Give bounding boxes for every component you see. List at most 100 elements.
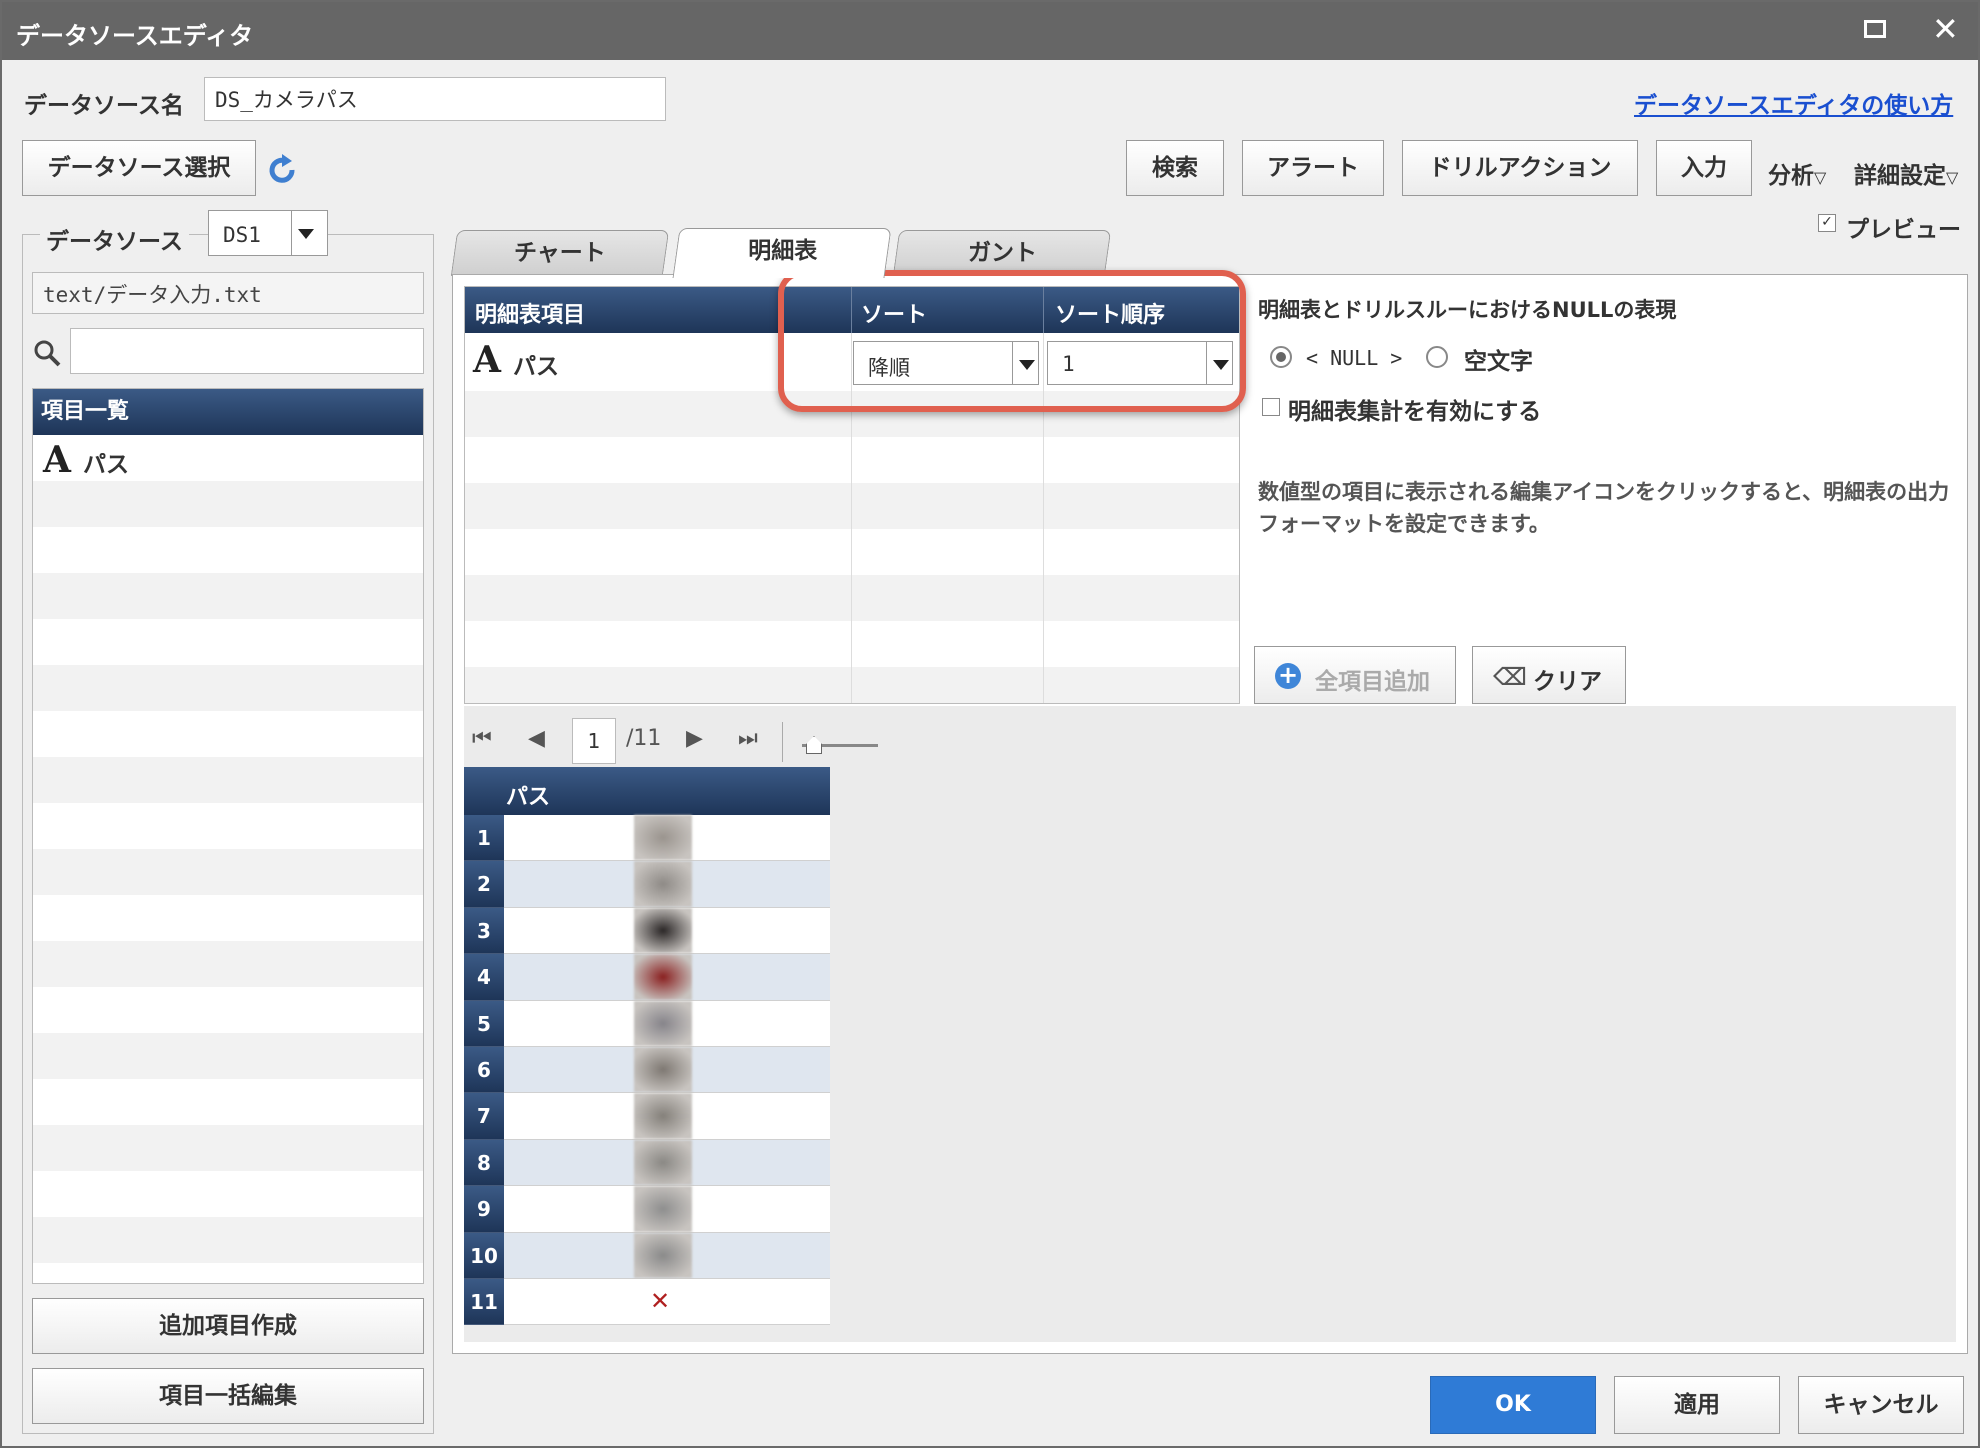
close-icon[interactable]: ✕ bbox=[1932, 12, 1959, 46]
table-row-stripe bbox=[465, 483, 1239, 529]
table-row[interactable] bbox=[504, 815, 830, 862]
maximize-icon[interactable] bbox=[1864, 20, 1886, 38]
row-number-cell: 6 bbox=[464, 1047, 504, 1094]
tab-gantt-label: ガント bbox=[967, 240, 1037, 266]
table-row[interactable] bbox=[504, 1093, 830, 1140]
list-row-stripe bbox=[33, 1217, 423, 1263]
tab-chart-label: チャート bbox=[514, 240, 606, 266]
format-help-text: 数値型の項目に表示される編集アイコンをクリックすると、明細表の出力フォーマットを… bbox=[1258, 480, 1950, 536]
input-button[interactable]: 入力 bbox=[1656, 140, 1752, 196]
tab-chart[interactable]: チャート bbox=[450, 230, 670, 276]
column-header-item: 明細表項目 bbox=[475, 303, 586, 328]
radio-dot bbox=[1276, 352, 1286, 362]
row-number-cell: 10 bbox=[464, 1232, 504, 1279]
table-row[interactable] bbox=[504, 1000, 830, 1047]
analysis-label: 分析 bbox=[1768, 163, 1814, 189]
detail-settings-label: 詳細設定 bbox=[1854, 163, 1946, 189]
row-number-cell: 11 bbox=[464, 1279, 504, 1326]
table-row-stripe bbox=[465, 437, 1239, 483]
list-row-stripe bbox=[33, 803, 423, 849]
list-row-stripe bbox=[33, 619, 423, 665]
next-page-icon[interactable]: ▶ bbox=[686, 726, 703, 751]
table-row[interactable] bbox=[504, 907, 830, 955]
broken-image-icon: ✕ bbox=[650, 1287, 671, 1315]
list-row-stripe bbox=[33, 1171, 423, 1217]
null-representation-label: 明細表とドリルスルーにおけるNULLの表現 bbox=[1258, 298, 1677, 322]
empty-string-radio[interactable] bbox=[1426, 346, 1448, 368]
row-number-cell: 8 bbox=[464, 1139, 504, 1187]
datasource-select[interactable]: DS1 bbox=[208, 210, 328, 256]
drill-action-button[interactable]: ドリルアクション bbox=[1402, 140, 1638, 196]
list-item-label: パス bbox=[83, 452, 129, 478]
add-all-label: 全項目追加 bbox=[1315, 669, 1430, 695]
add-item-button[interactable]: 追加項目作成 bbox=[32, 1298, 424, 1354]
detail-settings-menu[interactable]: 詳細設定▽ bbox=[1854, 156, 1958, 190]
table-row[interactable] bbox=[504, 1047, 830, 1094]
ok-button[interactable]: OK bbox=[1430, 1376, 1596, 1434]
list-row-stripe bbox=[33, 527, 423, 573]
empty-option-label: 空文字 bbox=[1464, 349, 1533, 375]
refresh-icon[interactable] bbox=[264, 152, 300, 188]
image-thumbnail bbox=[634, 954, 692, 1000]
row-number-cell: 2 bbox=[464, 861, 504, 908]
row-number-cell: 3 bbox=[464, 907, 504, 955]
table-row[interactable] bbox=[504, 1186, 830, 1233]
search-icon bbox=[32, 338, 62, 368]
table-row-stripe bbox=[465, 575, 1239, 621]
help-link[interactable]: データソースエディタの使い方 bbox=[1634, 86, 1953, 120]
item-list-header: 項目一覧 bbox=[33, 389, 423, 435]
alert-button[interactable]: アラート bbox=[1242, 140, 1384, 196]
table-row[interactable] bbox=[504, 1232, 830, 1279]
select-datasource-button[interactable]: データソース選択 bbox=[22, 140, 256, 196]
row-number-cell: 9 bbox=[464, 1186, 504, 1233]
list-row-stripe bbox=[33, 665, 423, 711]
preview-column-header: パス bbox=[506, 785, 551, 810]
tab-detail[interactable]: 明細表 bbox=[672, 228, 892, 278]
window-title: データソースエディタ bbox=[16, 22, 254, 50]
add-all-button[interactable]: + 全項目追加 bbox=[1254, 646, 1456, 704]
null-option-label: < NULL > bbox=[1306, 346, 1403, 370]
preview-checkbox[interactable]: ✓ bbox=[1818, 214, 1836, 232]
null-radio[interactable] bbox=[1270, 346, 1292, 368]
search-button[interactable]: 検索 bbox=[1126, 140, 1224, 196]
file-path-field: text/データ入力.txt bbox=[32, 272, 424, 314]
row-number-cell: 7 bbox=[464, 1093, 504, 1140]
clear-label: クリア bbox=[1533, 669, 1602, 695]
analysis-menu[interactable]: 分析▽ bbox=[1768, 156, 1826, 190]
last-page-icon[interactable]: ⏭ bbox=[738, 726, 758, 751]
table-row[interactable] bbox=[504, 954, 830, 1001]
item-list: 項目一覧 A パス bbox=[32, 388, 424, 1284]
prev-page-icon[interactable]: ◀ bbox=[528, 726, 545, 751]
highlight-annotation bbox=[778, 270, 1246, 412]
table-row[interactable] bbox=[504, 861, 830, 908]
image-thumbnail bbox=[634, 1186, 692, 1232]
title-bar[interactable]: データソースエディタ ✕ bbox=[2, 2, 1978, 60]
list-row-stripe bbox=[33, 757, 423, 803]
plus-circle-icon: + bbox=[1275, 663, 1301, 689]
apply-button[interactable]: 適用 bbox=[1614, 1376, 1780, 1434]
cancel-button[interactable]: キャンセル bbox=[1798, 1376, 1964, 1434]
divider bbox=[782, 722, 783, 762]
image-thumbnail bbox=[634, 1139, 692, 1186]
table-row[interactable] bbox=[504, 1139, 830, 1187]
list-row-stripe bbox=[33, 849, 423, 895]
datasource-select-value: DS1 bbox=[223, 223, 261, 247]
image-thumbnail bbox=[634, 861, 692, 907]
aggregate-label: 明細表集計を有効にする bbox=[1288, 399, 1542, 425]
first-page-icon[interactable]: ⏮ bbox=[472, 726, 492, 751]
list-row-stripe bbox=[33, 711, 423, 757]
datasource-name-label: データソース名 bbox=[24, 93, 184, 119]
datasource-name-field[interactable]: DS_カメラパス bbox=[204, 77, 666, 121]
list-row-stripe bbox=[33, 1033, 423, 1079]
preview-grid-header: パス bbox=[464, 767, 830, 815]
aggregate-checkbox[interactable] bbox=[1262, 398, 1280, 416]
clear-button[interactable]: ⌫ クリア bbox=[1472, 646, 1626, 704]
list-item[interactable]: A パス bbox=[33, 435, 423, 481]
list-row-stripe bbox=[33, 573, 423, 619]
bulk-edit-button[interactable]: 項目一括編集 bbox=[32, 1368, 424, 1424]
table-row[interactable]: ✕ bbox=[504, 1279, 830, 1326]
page-number-input[interactable]: 1 bbox=[572, 718, 616, 764]
item-search-input[interactable] bbox=[70, 328, 424, 374]
list-row-stripe bbox=[33, 1263, 423, 1283]
image-thumbnail bbox=[634, 815, 692, 861]
